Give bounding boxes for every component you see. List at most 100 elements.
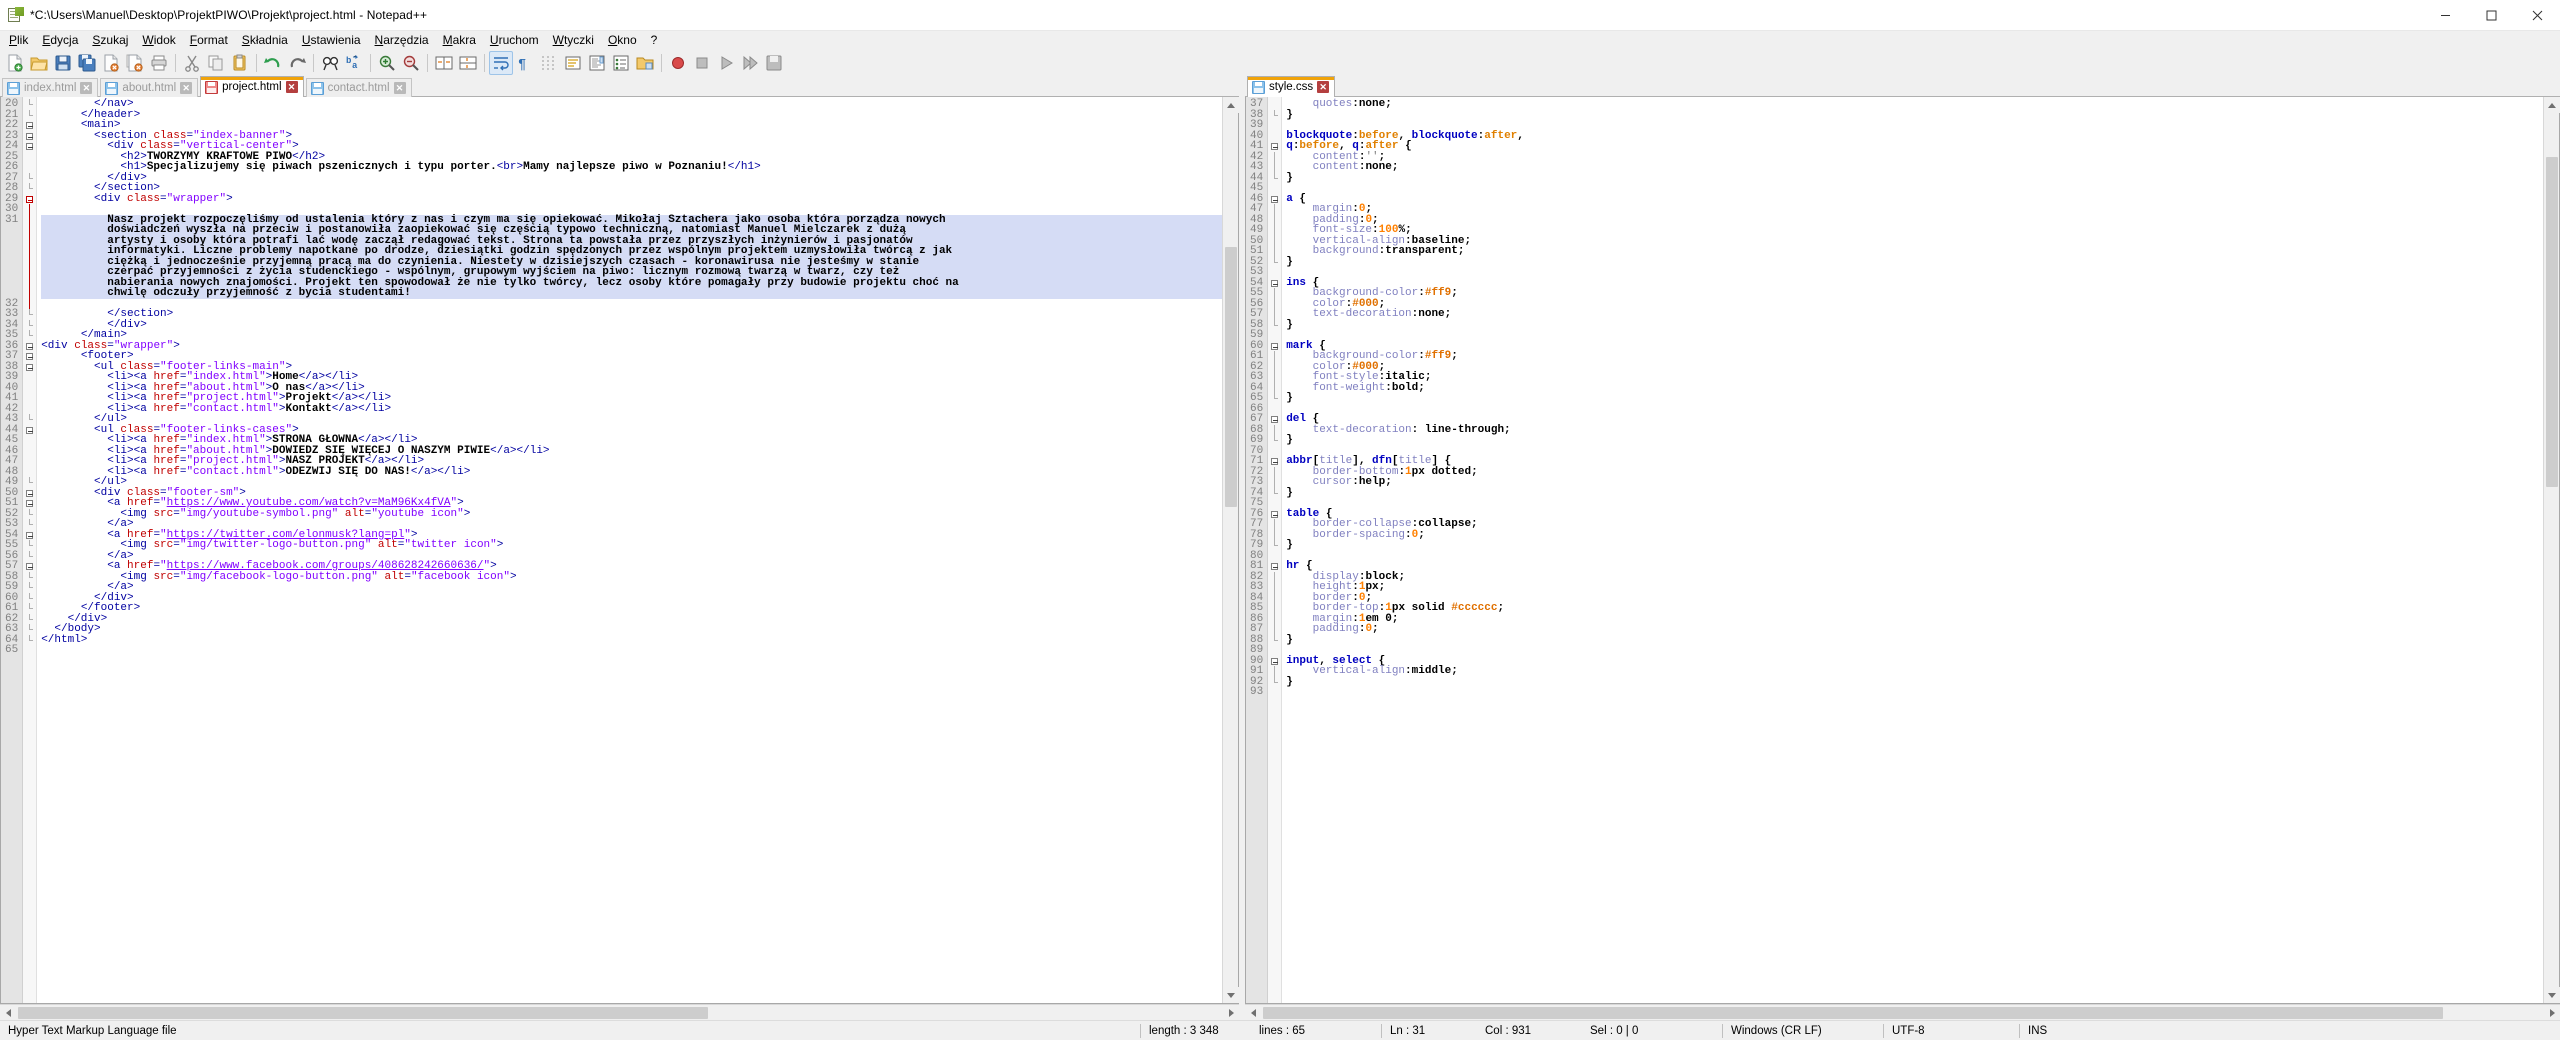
toolbar-cut-button[interactable] [180, 51, 204, 75]
menu-item-wtyczki[interactable]: Wtyczki [546, 32, 601, 50]
left-horizontal-scrollbar[interactable] [0, 1004, 1239, 1020]
code-line[interactable]: } [1286, 256, 2543, 267]
scroll-left-arrow-icon[interactable] [1245, 1005, 1261, 1021]
code-line[interactable]: <h1>Specjalizujemy się piwach pszeniczny… [41, 162, 1222, 173]
code-line[interactable]: </html> [41, 634, 1222, 645]
code-line[interactable] [41, 299, 1222, 310]
code-line[interactable]: text-decoration: line-through; [1286, 424, 2543, 435]
fold-marker[interactable] [23, 120, 36, 131]
code-line[interactable]: <img src="img/facebook-logo-button.png" … [41, 571, 1222, 582]
scroll-up-arrow-icon[interactable] [2544, 97, 2560, 113]
tab-close-icon[interactable]: ✕ [285, 81, 298, 93]
menu-item--[interactable]: ? [644, 32, 665, 50]
scroll-left-arrow-icon[interactable] [0, 1005, 16, 1021]
code-line[interactable] [1286, 687, 2543, 698]
tab-contact-html[interactable]: contact.html ✕ [305, 78, 412, 97]
fold-marker[interactable] [23, 498, 36, 509]
code-line[interactable]: border-spacing:0; [1286, 529, 2543, 540]
code-line[interactable] [1286, 645, 2543, 656]
code-line[interactable]: display:block; [1286, 571, 2543, 582]
fold-marker[interactable] [23, 131, 36, 142]
fold-marker[interactable] [1268, 278, 1281, 289]
code-line[interactable]: text-decoration:none; [1286, 309, 2543, 320]
toolbar-macro-stop-button[interactable] [690, 51, 714, 75]
code-line[interactable] [1286, 404, 2543, 415]
toolbar-new-file-button[interactable] [3, 51, 27, 75]
code-line[interactable]: } [1286, 634, 2543, 645]
code-line[interactable]: </section> [41, 309, 1222, 320]
left-editor[interactable]: 20 21 22 23 24 25 26 27 28 29 30 31 32 33 34 35 36 37 38 39… [1, 97, 1222, 1003]
code-line[interactable]: font-style:italic; [1286, 372, 2543, 383]
scroll-up-arrow-icon[interactable] [1223, 97, 1239, 113]
fold-marker[interactable] [1268, 141, 1281, 152]
code-line[interactable]: } [1286, 172, 2543, 183]
menu-item-widok[interactable]: Widok [135, 32, 182, 50]
toolbar-indent-guide-button[interactable] [537, 51, 561, 75]
code-line[interactable]: content:none; [1286, 162, 2543, 173]
fold-marker[interactable] [23, 561, 36, 572]
code-line[interactable]: margin:0; [1286, 204, 2543, 215]
toolbar-sync-horizontal-button[interactable] [456, 51, 480, 75]
toolbar-copy-button[interactable] [204, 51, 228, 75]
hscroll-thumb[interactable] [18, 1007, 708, 1019]
fold-marker[interactable] [23, 530, 36, 541]
code-line[interactable]: <img src="img/twitter-logo-button.png" a… [41, 540, 1222, 551]
code-line[interactable]: quotes:none; [1286, 99, 2543, 110]
tab-close-icon[interactable]: ✕ [393, 82, 406, 94]
code-line[interactable]: q:before, q:after { [1286, 141, 2543, 152]
fold-marker[interactable] [23, 194, 36, 205]
menu-item-uruchom[interactable]: Uruchom [483, 32, 546, 50]
code-line[interactable]: a { [1286, 193, 2543, 204]
code-line[interactable]: vertical-align:baseline; [1286, 235, 2543, 246]
tab-style-css[interactable]: style.css ✕ [1247, 76, 1336, 97]
code-line[interactable]: chwilę odczuły przyjemność z bycia stude… [41, 288, 1222, 299]
code-line[interactable]: font-size:100%; [1286, 225, 2543, 236]
toolbar-macro-save-button[interactable] [762, 51, 786, 75]
fold-marker[interactable] [1268, 456, 1281, 467]
fold-marker[interactable] [1268, 194, 1281, 205]
tab-about-html[interactable]: about.html ✕ [100, 78, 199, 97]
toolbar-sync-vertical-button[interactable] [432, 51, 456, 75]
code-line[interactable] [1286, 330, 2543, 341]
toolbar-redo-button[interactable] [285, 51, 309, 75]
code-line[interactable]: color:#000; [1286, 298, 2543, 309]
code-line[interactable]: vertical-align:middle; [1286, 666, 2543, 677]
fold-marker[interactable] [1268, 341, 1281, 352]
code-line[interactable]: margin:1em 0; [1286, 613, 2543, 624]
scroll-down-arrow-icon[interactable] [1223, 987, 1239, 1003]
code-line[interactable]: ins { [1286, 277, 2543, 288]
code-line[interactable] [1286, 183, 2543, 194]
code-line[interactable]: <img src="img/youtube-symbol.png" alt="y… [41, 508, 1222, 519]
toolbar-folder-workspace-button[interactable] [633, 51, 657, 75]
toolbar-open-file-button[interactable] [27, 51, 51, 75]
menu-item-sk-adnia[interactable]: Składnia [235, 32, 295, 50]
code-line[interactable]: } [1286, 319, 2543, 330]
code-line[interactable]: } [1286, 676, 2543, 687]
fold-marker[interactable] [1268, 414, 1281, 425]
code-line[interactable]: mark { [1286, 340, 2543, 351]
fold-marker[interactable] [1268, 561, 1281, 572]
close-button[interactable] [2514, 0, 2560, 31]
toolbar-print-button[interactable] [147, 51, 171, 75]
code-line[interactable]: <div class="wrapper"> [41, 193, 1222, 204]
toolbar-find-button[interactable] [318, 51, 342, 75]
toolbar-word-wrap-button[interactable] [489, 51, 513, 75]
right-horizontal-scrollbar[interactable] [1245, 1004, 2560, 1020]
right-vertical-scrollbar[interactable] [2543, 97, 2560, 1003]
fold-marker[interactable] [23, 362, 36, 373]
toolbar-save-file-button[interactable] [51, 51, 75, 75]
left-code-content[interactable]: </nav> </header> <main> <section class="… [37, 97, 1222, 1003]
toolbar-user-lang-button[interactable] [561, 51, 585, 75]
menu-item-ustawienia[interactable]: Ustawienia [295, 32, 368, 50]
toolbar-zoom-in-button[interactable] [375, 51, 399, 75]
fold-marker[interactable] [23, 341, 36, 352]
code-line[interactable]: background-color:#ff9; [1286, 351, 2543, 362]
code-line[interactable]: </div> [41, 319, 1222, 330]
fold-marker[interactable] [23, 488, 36, 499]
code-line[interactable]: } [1286, 435, 2543, 446]
toolbar-func-list-button[interactable] [609, 51, 633, 75]
menu-item-narz-dzia[interactable]: Narzędzia [368, 32, 436, 50]
fold-marker[interactable] [1268, 656, 1281, 667]
fold-marker[interactable] [23, 351, 36, 362]
code-line[interactable] [1286, 498, 2543, 509]
